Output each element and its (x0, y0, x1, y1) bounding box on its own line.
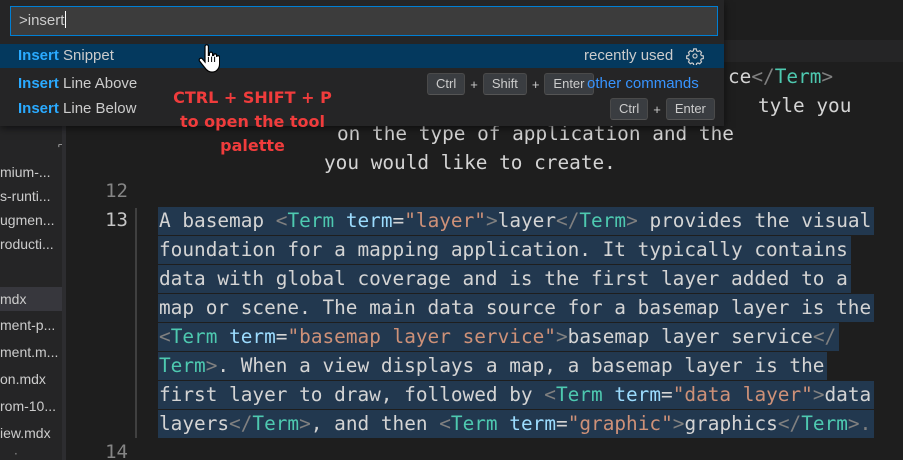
code-line: you would like to create. (324, 151, 616, 174)
gear-icon[interactable] (686, 47, 704, 65)
more-icon: · (14, 447, 18, 460)
code-line-selected: A basemap <Term term="layer">layer</Term… (159, 209, 872, 232)
code-line-selected: Term>. When a view displays a map, a bas… (159, 354, 825, 377)
code-line-selected: layers</Term>, and then <Term term="grap… (159, 412, 872, 435)
explorer-file-item[interactable]: on.mdx (0, 367, 62, 391)
key-enter: Enter (665, 98, 715, 120)
annotation-line: palette (220, 136, 285, 155)
key-ctrl: Ctrl (610, 98, 649, 120)
indent-guide (135, 208, 137, 438)
explorer-file-item[interactable]: ment.m... (0, 340, 62, 364)
annotation-note: CTRL + SHIFT + P to open the tool palett… (160, 86, 345, 158)
palette-item-insert-line-below[interactable]: Insert Line Below Ctrl + Enter (0, 97, 724, 121)
annotation-line: to open the tool (179, 112, 326, 131)
code-line-selected: <Term term="basemap layer service">basem… (159, 325, 837, 348)
palette-item-label: Insert Line Above (18, 75, 138, 92)
code-line-selected: map or scene. The main data source for a… (159, 296, 872, 319)
line-number-12: 12 (105, 180, 128, 202)
keybinding-ctrl-enter: Ctrl + Enter (610, 98, 715, 120)
explorer-file-item[interactable]: rom-10... (0, 394, 62, 418)
key-ctrl: Ctrl (427, 73, 466, 95)
code-line: ce</Term> (728, 65, 834, 88)
line-number-14: 14 (105, 441, 128, 460)
palette-item-label: Insert Snippet (18, 47, 114, 64)
key-shift: Shift (482, 73, 527, 95)
command-palette-input[interactable]: >insert (10, 6, 718, 36)
code-line-selected: data with global coverage and is the fir… (159, 267, 848, 290)
explorer-file-item[interactable]: mium-... (0, 160, 62, 184)
explorer-file-item[interactable]: ment-p... (0, 313, 62, 337)
code-line-selected: first layer to draw, followed by <Term t… (159, 383, 872, 406)
line-number-13: 13 (105, 209, 128, 231)
text-cursor (65, 11, 67, 28)
command-palette: >insert Insert Snippet recently used Ins… (0, 0, 724, 126)
recently-used-label: recently used (584, 47, 674, 64)
annotation-line: CTRL + SHIFT + P (173, 88, 332, 107)
palette-item-insert-line-above[interactable]: Insert Line Above Ctrl + Shift + Enter o… (0, 72, 724, 96)
palette-item-label: Insert Line Below (18, 100, 137, 117)
code-line-selected: foundation for a mapping application. It… (159, 238, 848, 261)
explorer-file-item[interactable]: s-runti... (0, 184, 62, 208)
command-palette-input-value: >insert (19, 12, 65, 29)
palette-item-insert-snippet[interactable]: Insert Snippet recently used (0, 44, 724, 68)
hand-pointer-icon (198, 44, 220, 73)
explorer-file-item[interactable]: roducti... (0, 232, 62, 256)
code-line: tyle you (758, 94, 852, 117)
keybinding-ctrl-shift-enter: Ctrl + Shift + Enter (427, 73, 594, 95)
other-commands-link[interactable]: other commands (587, 72, 699, 96)
explorer-file-item[interactable]: mdx (0, 287, 62, 311)
explorer-file-item[interactable]: ugmen... (0, 208, 62, 232)
explorer-file-item[interactable]: iew.mdx (0, 421, 62, 445)
